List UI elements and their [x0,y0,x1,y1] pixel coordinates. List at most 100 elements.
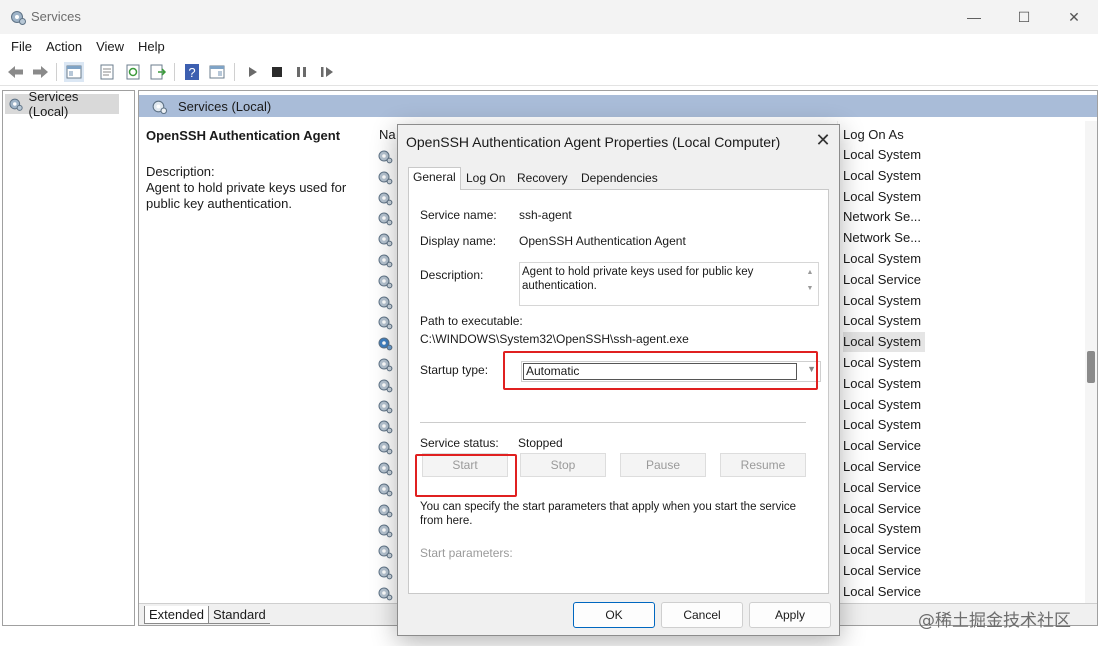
close-icon: ✕ [815,130,831,150]
title-bar: Services — ☐ ✕ [0,0,1098,34]
menu-help[interactable]: Help [131,37,172,56]
logon-as-cell[interactable]: Network Se... [843,228,921,248]
logon-as-cell[interactable]: Local Service [843,540,921,560]
menu-action[interactable]: Action [39,37,89,56]
logon-as-cell[interactable]: Network Se... [843,207,921,227]
pause-button[interactable]: Pause [620,453,706,477]
maximize-button[interactable]: ☐ [1001,0,1047,34]
dialog-title: OpenSSH Authentication Agent Properties … [406,134,781,150]
logon-as-cell[interactable]: Local System [843,374,921,394]
service-gear-icon [378,171,393,185]
logon-as-cell[interactable]: Local System [843,249,921,269]
column-header-name[interactable]: Na [379,127,396,142]
logon-as-cell[interactable]: Local Service [843,436,921,456]
display-name-value: OpenSSH Authentication Agent [519,234,686,248]
service-gear-icon [378,566,393,580]
logon-as-cell[interactable]: Local System [843,519,921,539]
properties-icon[interactable] [97,62,117,82]
tree-item-services-local[interactable]: Services (Local) [5,89,119,119]
start-service-icon[interactable] [243,62,263,82]
help-icon[interactable]: ? [182,62,202,82]
stop-button[interactable]: Stop [520,453,606,477]
divider [420,422,806,423]
service-name-label: Service name: [420,208,497,222]
close-window-button[interactable]: ✕ [1051,0,1097,34]
service-gear-icon [378,524,393,538]
export-list-icon[interactable] [148,62,168,82]
services-gear-icon [11,11,26,25]
pause-service-icon[interactable] [292,62,312,82]
logon-as-cell[interactable]: Local Service [843,270,921,290]
resume-button[interactable]: Resume [720,453,806,477]
logon-as-cell[interactable]: Local System [843,353,921,373]
ok-button[interactable]: OK [573,602,655,628]
services-gear-icon [152,100,168,114]
logon-as-cell[interactable]: Local Service [843,457,921,477]
vertical-scrollbar[interactable] [1085,121,1097,603]
service-gear-icon [378,420,393,434]
start-button[interactable]: Start [422,453,508,477]
dialog-close-button[interactable]: ✕ [812,129,834,151]
logon-as-cell[interactable]: Local System [843,395,921,415]
cancel-button[interactable]: Cancel [661,602,743,628]
service-name-value: ssh-agent [519,208,572,222]
column-header-logon-as[interactable]: Log On As [843,127,904,142]
close-icon: ✕ [1068,8,1080,25]
service-gear-icon [378,483,393,497]
show-action-pane-icon[interactable] [207,62,227,82]
chevron-down-icon: ▼ [807,364,816,374]
service-gear-icon [378,379,393,393]
description-scrollbar[interactable]: ▲ ▼ [804,265,816,303]
minimize-button[interactable]: — [951,0,997,34]
tab-recovery[interactable]: Recovery [513,169,572,189]
pane-header: Services (Local) [139,95,1097,117]
tab-standard[interactable]: Standard [209,606,270,624]
path-label: Path to executable: [420,314,523,328]
path-value: C:\WINDOWS\System32\OpenSSH\ssh-agent.ex… [420,332,689,346]
service-gear-icon [378,296,393,310]
toolbar-separator [174,63,175,81]
scrollbar-thumb[interactable] [1087,351,1095,383]
back-arrow-icon[interactable] [6,62,26,82]
service-status-label: Service status: [420,436,499,450]
service-gear-icon [378,358,393,372]
logon-as-cell[interactable]: Local System [843,166,921,186]
tab-log-on[interactable]: Log On [462,169,509,189]
logon-as-cell[interactable]: Local System [843,415,921,435]
logon-as-cell[interactable]: Local System [843,145,921,165]
menu-file[interactable]: File [4,37,39,56]
stop-service-icon[interactable] [267,62,287,82]
maximize-icon: ☐ [1017,8,1031,25]
forward-arrow-icon[interactable] [30,62,50,82]
logon-as-cell[interactable]: Local System [843,291,921,311]
tab-general[interactable]: General [408,167,461,190]
service-gear-icon [378,316,393,330]
description-text: Agent to hold private keys used for publ… [146,180,347,211]
refresh-icon[interactable] [123,62,143,82]
startup-type-dropdown[interactable]: Automatic ▼ [521,361,821,382]
general-panel: Service name: ssh-agent Display name: Op… [408,189,829,594]
logon-as-cell[interactable]: Local Service [843,582,921,602]
logon-as-cell[interactable]: Local Service [843,499,921,519]
description-textbox[interactable]: Agent to hold private keys used for publ… [519,262,819,306]
logon-as-cell[interactable]: Local System [843,332,925,352]
menu-view[interactable]: View [89,37,131,56]
description-label: Description: [146,164,215,179]
tab-dependencies[interactable]: Dependencies [577,169,662,189]
toolbar-separator [56,63,57,81]
logon-as-cell[interactable]: Local Service [843,561,921,581]
service-gear-icon [378,212,393,226]
service-gear-icon [378,504,393,518]
services-gear-icon [9,98,23,111]
logon-as-cell[interactable]: Local System [843,187,921,207]
service-gear-icon [378,233,393,247]
show-console-tree-icon[interactable] [64,62,84,82]
resume-service-icon[interactable] [317,62,337,82]
logon-as-cell[interactable]: Local System [843,311,921,331]
start-parameters-label: Start parameters: [420,546,513,560]
toolbar: ? [0,58,1098,86]
service-gear-icon [378,441,393,455]
tab-extended[interactable]: Extended [144,606,209,624]
apply-button[interactable]: Apply [749,602,831,628]
logon-as-cell[interactable]: Local Service [843,478,921,498]
